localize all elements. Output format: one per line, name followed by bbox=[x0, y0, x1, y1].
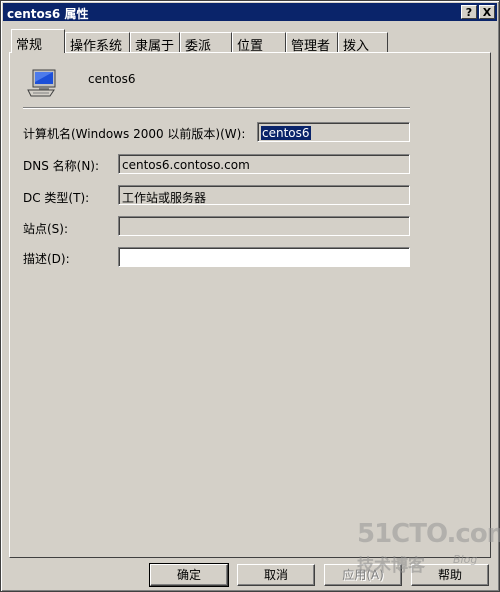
title-bar[interactable]: centos6 属性 ? X bbox=[3, 3, 497, 21]
tab-delegation[interactable]: 委派 bbox=[180, 32, 232, 54]
tab-member-of[interactable]: 隶属于 bbox=[130, 32, 180, 54]
tab-general[interactable]: 常规 bbox=[11, 29, 65, 53]
pre2000-name-field[interactable]: centos6 bbox=[257, 122, 410, 142]
description-field[interactable] bbox=[118, 247, 410, 267]
watermark-tagline: 技术博客 bbox=[357, 556, 425, 576]
close-button[interactable]: X bbox=[479, 5, 495, 19]
ok-button[interactable]: 确定 bbox=[149, 563, 229, 587]
site-label: 站点(S): bbox=[23, 222, 69, 236]
cancel-button[interactable]: 取消 bbox=[237, 564, 315, 586]
computer-icon bbox=[27, 69, 57, 100]
dns-name-value: centos6.contoso.com bbox=[122, 158, 250, 172]
window-title: centos6 属性 bbox=[7, 7, 89, 21]
help-title-button[interactable]: ? bbox=[461, 5, 477, 19]
tab-managed-by[interactable]: 管理者 bbox=[286, 32, 338, 54]
dns-name-label: DNS 名称(N): bbox=[23, 159, 100, 173]
computer-name-heading: centos6 bbox=[88, 72, 136, 86]
description-label: 描述(D): bbox=[23, 252, 70, 266]
tab-strip: 常规 操作系统 隶属于 委派 位置 管理者 拨入 bbox=[9, 29, 493, 54]
dc-type-field[interactable]: 工作站或服务器 bbox=[118, 185, 410, 205]
tab-dial-in[interactable]: 拨入 bbox=[338, 32, 388, 54]
dc-type-value: 工作站或服务器 bbox=[122, 191, 207, 205]
pre2000-name-label: 计算机名(Windows 2000 以前版本)(W): bbox=[23, 127, 246, 141]
dc-type-label: DC 类型(T): bbox=[23, 191, 90, 205]
tab-location[interactable]: 位置 bbox=[232, 32, 286, 54]
separator bbox=[23, 107, 410, 109]
dns-name-field[interactable]: centos6.contoso.com bbox=[118, 154, 410, 174]
pre2000-name-value: centos6 bbox=[261, 126, 311, 140]
site-field[interactable] bbox=[118, 216, 410, 236]
watermark-blog: Blog bbox=[453, 553, 478, 566]
watermark-site: 51CTO.com bbox=[357, 519, 500, 549]
tab-operating-system[interactable]: 操作系统 bbox=[65, 32, 130, 54]
properties-dialog: centos6 属性 ? X 常规 操作系统 隶属于 委派 位置 管理者 拨入 … bbox=[0, 0, 500, 592]
